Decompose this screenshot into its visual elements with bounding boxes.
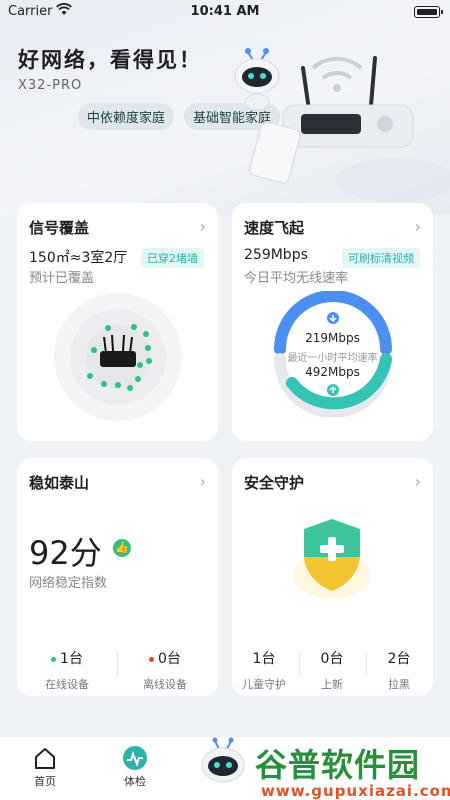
tab-checkup-label: 体检	[124, 775, 146, 788]
clock: 10:41 AM	[190, 4, 260, 19]
child-guard[interactable]: 1台 儿童守护	[234, 648, 294, 692]
offline-devices[interactable]: 0台 离线设备	[125, 648, 205, 692]
chevron-right-icon[interactable]: ›	[200, 217, 206, 236]
online-count: 1台	[60, 651, 83, 667]
divider	[366, 652, 367, 676]
chevron-right-icon[interactable]: ›	[200, 472, 206, 491]
stability-subtitle: 网络稳定指数	[29, 576, 108, 591]
child-guard-label: 儿童守护	[242, 678, 286, 691]
divider	[117, 652, 118, 676]
home-icon	[35, 748, 55, 769]
tab-home[interactable]: 首页	[15, 745, 75, 789]
coverage-radar	[54, 293, 182, 421]
divider	[299, 652, 300, 676]
security-card[interactable]: 安全守护 › 1台 儿童守护 0台 上新 2台 拉黑	[232, 458, 433, 696]
speed-subtitle: 今日平均无线速率	[244, 271, 349, 286]
checkup-icon	[123, 746, 147, 770]
upload-speed: 219Mbps	[305, 331, 360, 345]
watermark-url: www.gupuxiazai.com	[261, 782, 450, 800]
tab-home-label: 首页	[34, 775, 56, 788]
security-card-title: 安全守护	[244, 474, 305, 492]
wifi-signal-icon	[311, 56, 363, 92]
online-dot-icon	[51, 656, 57, 662]
router-model: X32-PRO	[18, 78, 83, 93]
speed-badge: 可刷标清视频	[342, 248, 420, 268]
blocked-count: 2台	[387, 651, 411, 667]
online-label: 在线设备	[45, 678, 89, 691]
coverage-area: 150㎡≈3室2厅	[29, 250, 128, 266]
coverage-subtitle: 预计已覆盖	[29, 271, 95, 286]
tag-dependency[interactable]: 中依赖度家庭	[78, 103, 175, 130]
speed-card[interactable]: 速度飞起 › 259Mbps 可刷标清视频 今日平均无线速率 219Mbps 最…	[232, 203, 433, 441]
speed-value: 259Mbps	[244, 247, 308, 263]
robot-mascot-icon	[234, 48, 280, 111]
gauge-caption: 最近一小时平均速率	[287, 353, 378, 364]
battery-icon	[414, 6, 443, 18]
router-illustration	[166, 40, 450, 210]
child-guard-count: 1台	[252, 651, 276, 667]
signal-coverage-card[interactable]: 信号覆盖 › 150㎡≈3室2厅 已穿2堵墙 预计已覆盖	[17, 203, 218, 441]
chevron-right-icon[interactable]: ›	[415, 472, 421, 491]
offline-count: 0台	[158, 651, 181, 667]
watermark-title: 谷普软件园	[255, 746, 421, 784]
new-devices-count: 0台	[320, 651, 344, 667]
stability-card-title: 稳如泰山	[29, 474, 90, 492]
stability-card[interactable]: 稳如泰山 › 92分 👍 网络稳定指数 1台 在线设备 0台 离线设备	[17, 458, 218, 696]
signal-card-title: 信号覆盖	[29, 219, 90, 237]
walls-badge: 已穿2堵墙	[141, 248, 204, 268]
robot-assistant-icon[interactable]	[198, 735, 248, 795]
blocked-devices[interactable]: 2台 拉黑	[369, 648, 429, 692]
offline-label: 离线设备	[143, 678, 187, 691]
shield-icon	[294, 519, 370, 599]
offline-dot-icon	[149, 656, 155, 662]
tab-checkup[interactable]: 体检	[105, 745, 165, 789]
blocked-label: 拉黑	[388, 678, 410, 691]
new-devices[interactable]: 0台 上新	[302, 648, 362, 692]
stability-score: 92分	[29, 534, 102, 572]
watermark: 谷普软件园 www.gupuxiazai.com	[245, 738, 450, 800]
thumbs-up-icon: 👍	[113, 539, 131, 557]
online-devices[interactable]: 1台 在线设备	[27, 648, 107, 692]
new-devices-label: 上新	[321, 678, 343, 691]
page-title: 好网络，看得见！	[18, 48, 202, 72]
status-bar: Carrier 10:41 AM	[0, 0, 450, 26]
chevron-right-icon[interactable]: ›	[415, 217, 421, 236]
speed-card-title: 速度飞起	[244, 219, 305, 237]
download-speed: 492Mbps	[305, 365, 360, 379]
